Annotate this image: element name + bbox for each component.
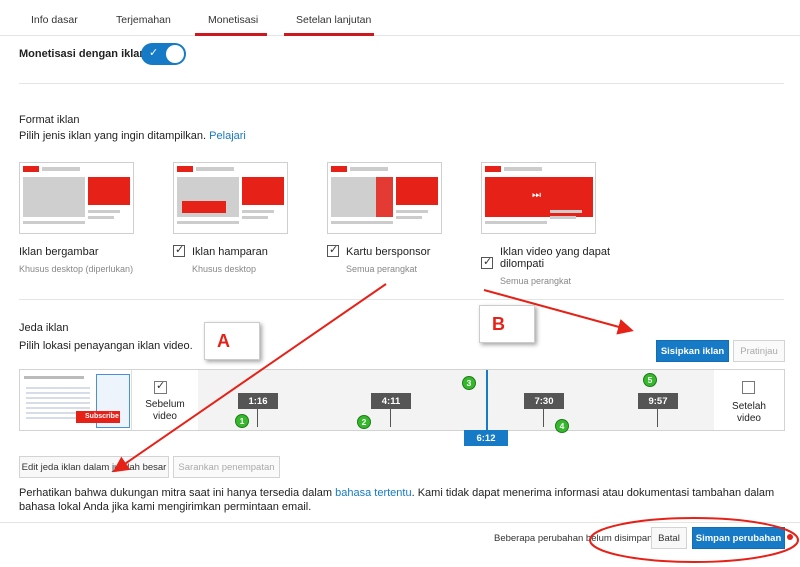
annotation-ellipse — [589, 517, 799, 563]
annotation-callout-a: A — [204, 322, 260, 360]
annotation-arrow-a — [112, 283, 387, 473]
annotation-callout-b: B — [479, 305, 535, 343]
annotation-dot — [787, 534, 793, 540]
annotation-overlay — [112, 283, 799, 563]
